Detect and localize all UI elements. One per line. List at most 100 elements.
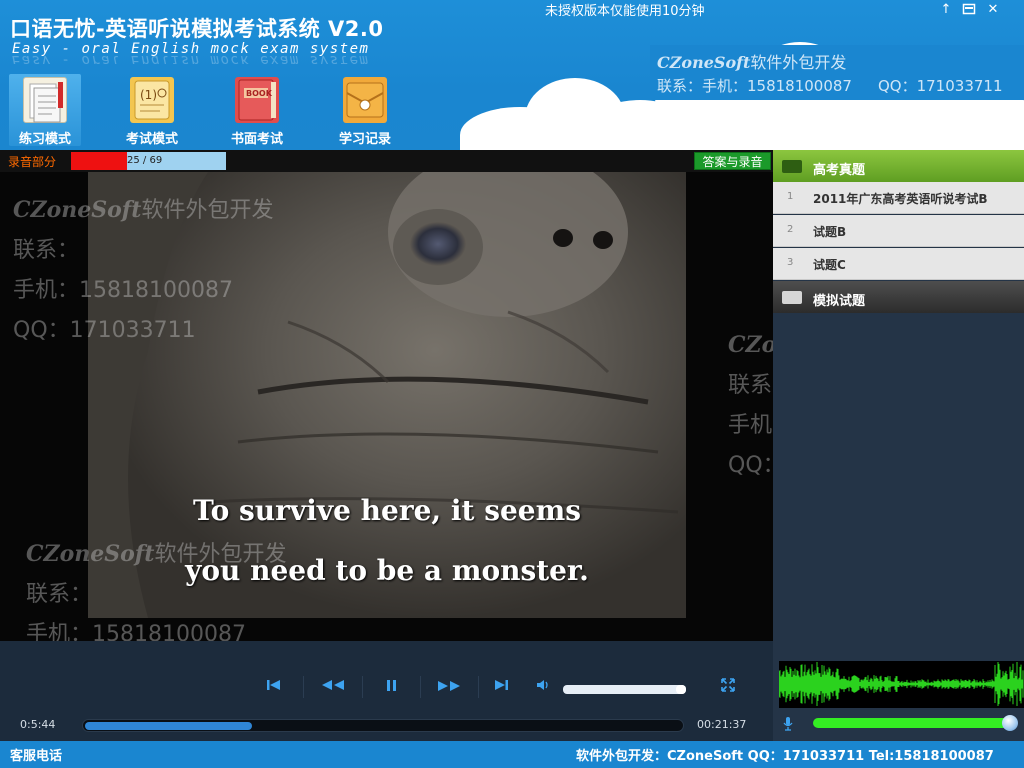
watermark-right: CZoneSoft软件外包开发 联系： 手机：15818100087 QQ：17… [728, 325, 773, 486]
brand-text: CZoneSoft软件外包开发 [657, 49, 846, 73]
skip-next-icon [495, 680, 508, 690]
previous-track-button[interactable] [259, 676, 289, 700]
pause-button[interactable] [376, 676, 406, 700]
fast-forward-icon [438, 681, 460, 691]
nav-written-exam[interactable]: BOOK 书面考试 [221, 74, 293, 147]
watermark-contact: 联系： [728, 373, 773, 398]
fast-forward-button[interactable] [434, 677, 464, 701]
fullscreen-icon [721, 678, 735, 692]
watermark-phone: 手机：15818100087 [26, 622, 246, 641]
volume-slider[interactable] [563, 685, 686, 694]
watermark-phone: 手机：15818100087 [728, 413, 773, 438]
app-subtitle-reflection: Easy - oral English mock exam system [12, 56, 370, 64]
book-icon: BOOK [235, 77, 279, 123]
divider [362, 676, 363, 698]
nav-exam-mode[interactable]: (1) 考试模式 [116, 74, 188, 147]
brand-suffix: 软件外包开发 [750, 53, 847, 72]
title-bar: 口语无忧-英语听说模拟考试系统 V2.0 Easy - oral English… [0, 0, 1024, 150]
watermark-contact: 联系： [13, 238, 80, 263]
audio-waveform [778, 661, 1024, 708]
watermark-brand: CZoneSoft软件外包开发 [26, 534, 286, 575]
restore-window-button[interactable] [961, 2, 977, 18]
pause-icon [387, 680, 396, 691]
customer-service-phone[interactable]: 客服电话 [10, 745, 62, 764]
mic-level-handle[interactable] [1002, 715, 1018, 731]
watermark-brand: CZoneSoft软件外包开发 [13, 190, 273, 231]
list-item-number: 1 [787, 191, 794, 202]
watermark-brand-bold: CZoneSoft [26, 541, 155, 567]
folder-icon [782, 291, 802, 304]
category-mock-label: 模拟试题 [813, 294, 866, 309]
skip-previous-icon [267, 680, 280, 690]
recording-progress-fill [71, 152, 127, 170]
list-item[interactable]: 2 试题B [773, 215, 1024, 247]
pin-icon[interactable]: ↑ [938, 2, 954, 18]
close-window-button[interactable]: ✕ [985, 2, 1001, 18]
app-title: 口语无忧-英语听说模拟考试系统 V2.0 [10, 17, 384, 41]
list-item-label: 2011年广东高考英语听说考试B [813, 192, 988, 206]
category-gaokao[interactable]: 高考真题 [773, 150, 1024, 182]
divider [420, 676, 421, 698]
watermark-qq: QQ：171033711 [13, 318, 196, 343]
watermark-qq: QQ：171033711 [728, 453, 773, 478]
mic-level-slider[interactable] [813, 718, 1013, 728]
fullscreen-button[interactable] [713, 676, 743, 700]
category-mock[interactable]: 模拟试题 [773, 281, 1024, 313]
contact-info: 联系：手机：15818100087 QQ：171033711 [657, 75, 1003, 96]
nav-study-record[interactable]: 学习记录 [329, 74, 401, 147]
app-subtitle: Easy - oral English mock exam system [12, 41, 370, 57]
envelope-icon [343, 77, 387, 123]
list-item-number: 3 [787, 257, 794, 268]
subtitle-line-1: To survive here, it seems [193, 494, 581, 527]
brand-bold: CZoneSoft [657, 53, 751, 72]
playback-progress-bar[interactable] [82, 719, 684, 732]
watermark-brand-text: 软件外包开发 [154, 542, 287, 567]
recording-label: 录音部分 [8, 155, 57, 169]
waveform-graphic [778, 662, 1024, 706]
watermark-brand-text: 软件外包开发 [141, 198, 274, 223]
watermark-brand-bold: CZoneSoft [728, 332, 773, 358]
nav-label-practice: 练习模式 [18, 132, 71, 147]
folder-icon [782, 160, 802, 173]
microphone-icon[interactable] [781, 716, 795, 732]
watermark-brand: CZoneSoft软件外包开发 [728, 325, 773, 366]
nav-practice-mode[interactable]: 练习模式 [9, 74, 81, 147]
recording-count: 25 / 69 [127, 155, 163, 166]
playback-progress-fill [85, 722, 253, 730]
category-gaokao-label: 高考真题 [813, 163, 866, 178]
volume-slider-handle[interactable] [676, 685, 686, 694]
nav-label-record: 学习记录 [338, 132, 391, 147]
status-bar: 客服电话 软件外包开发：CZoneSoft QQ：171033711 Tel:1… [0, 741, 1024, 768]
volume-button[interactable] [528, 676, 558, 700]
recording-bar: 录音部分 25 / 69 答案与录音 [0, 150, 773, 172]
watermark-bottom-left: CZoneSoft软件外包开发 联系： 手机：15818100087 QQ：17… [26, 534, 286, 641]
watermark-phone: 手机：15818100087 [13, 278, 233, 303]
next-track-button[interactable] [486, 676, 516, 700]
divider [303, 676, 304, 698]
divider [478, 676, 479, 698]
restore-icon [962, 3, 976, 15]
list-item-label: 试题C [813, 258, 846, 272]
nav-label-exam: 考试模式 [125, 132, 178, 147]
answer-and-recording-button[interactable]: 答案与录音 [694, 152, 771, 170]
watermark-contact: 联系： [26, 582, 93, 607]
nav-label-written: 书面考试 [230, 132, 283, 147]
svg-text:(1): (1) [140, 88, 157, 102]
list-item[interactable]: 1 2011年广东高考英语听说考试B [773, 182, 1024, 214]
elapsed-time: 0:5:44 [20, 718, 56, 731]
watermark-top-left: CZoneSoft软件外包开发 联系： 手机：15818100087 QQ：17… [13, 190, 273, 351]
list-item-number: 2 [787, 224, 794, 235]
list-item[interactable]: 3 试题C [773, 248, 1024, 280]
footer-contact-info: 软件外包开发：CZoneSoft QQ：171033711 Tel:158181… [576, 749, 994, 764]
speaker-icon [537, 680, 548, 690]
list-item-label: 试题B [813, 225, 847, 239]
book-icon-text: BOOK [246, 89, 273, 98]
watermark-brand-bold: CZoneSoft [13, 197, 142, 223]
contact-phone: 联系：手机：15818100087 [657, 77, 852, 95]
video-player[interactable]: To survive here, it seems you need to be… [0, 172, 773, 641]
contact-qq: QQ：171033711 [877, 77, 1003, 95]
exam-paper-icon: (1) [130, 77, 174, 123]
total-duration: 00:21:37 [697, 718, 747, 731]
rewind-button[interactable] [318, 676, 348, 700]
question-panel: 高考真题 1 2011年广东高考英语听说考试B 2 试题B 3 试题C 模拟试题 [773, 150, 1024, 741]
